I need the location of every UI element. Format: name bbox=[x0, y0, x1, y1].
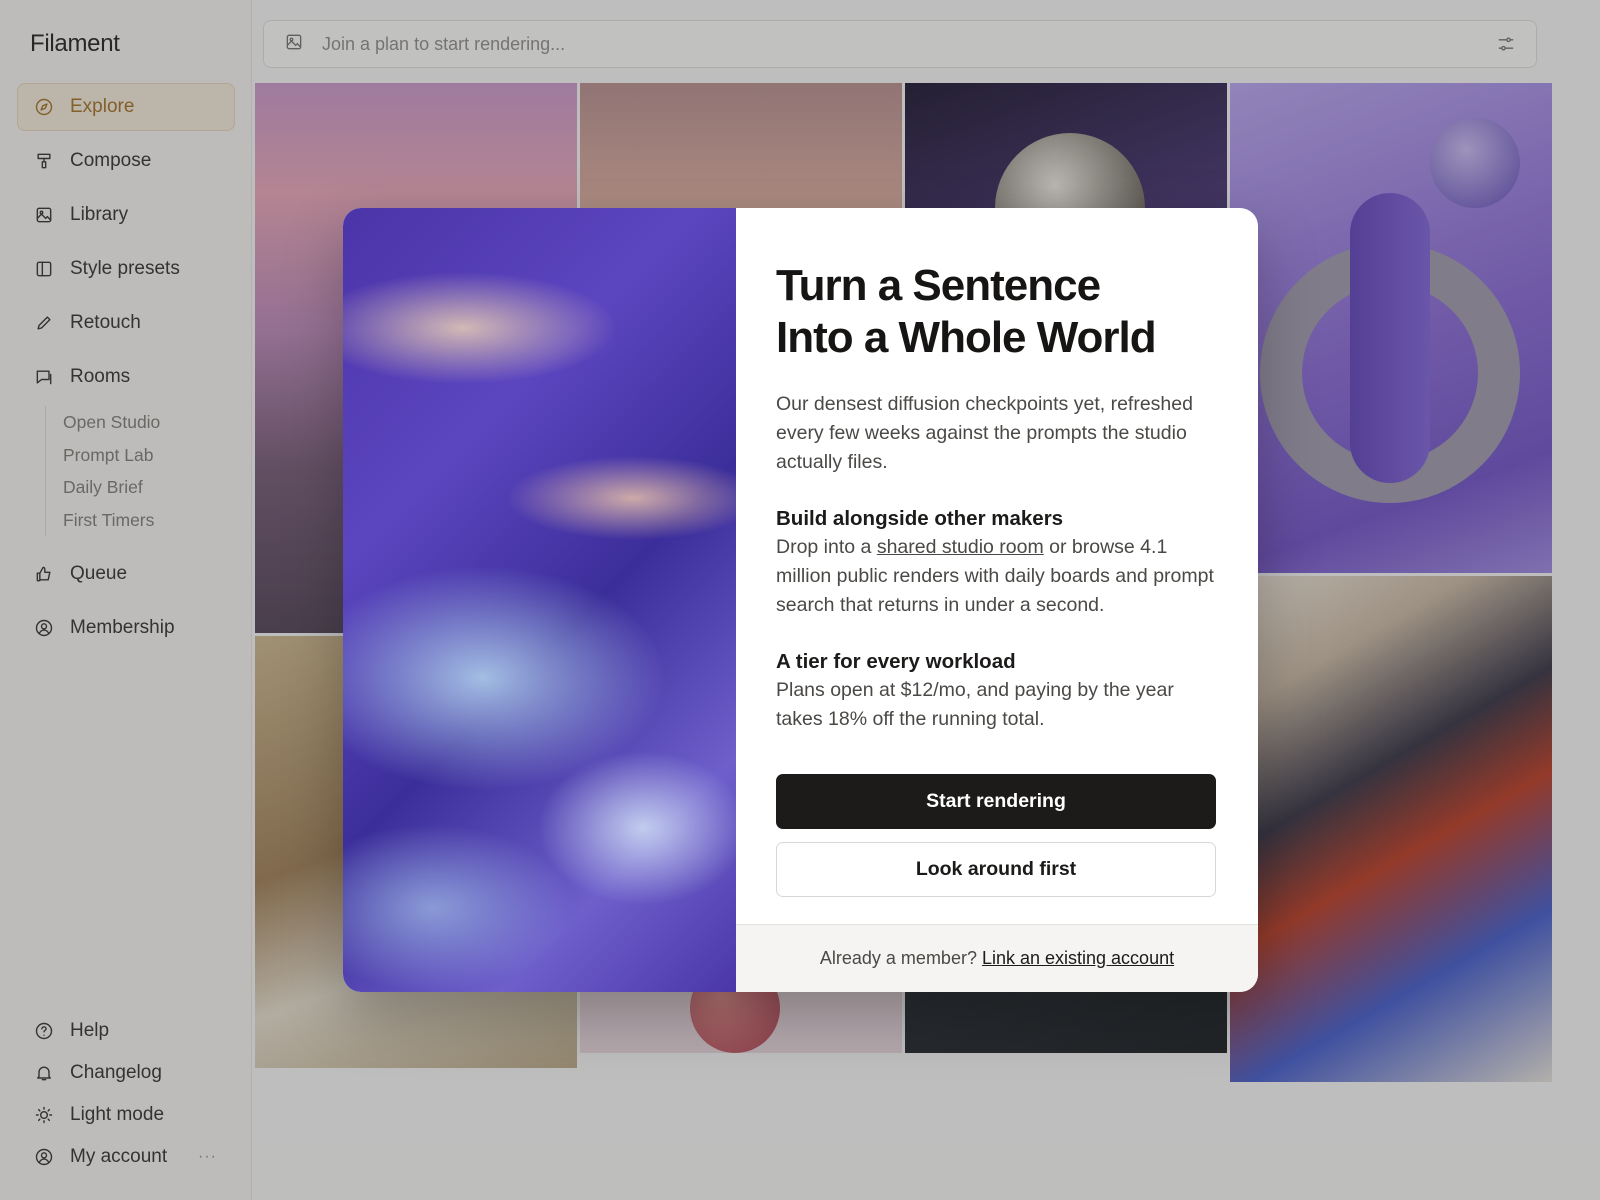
modal-intro: Our densest diffusion checkpoints yet, r… bbox=[776, 393, 1193, 473]
start-rendering-button[interactable]: Start rendering bbox=[776, 774, 1216, 829]
modal-title-line-2: Into a Whole World bbox=[776, 313, 1157, 362]
section-heading-makers: Build alongside other makers bbox=[776, 507, 1064, 530]
shared-studio-room-link[interactable]: shared studio room bbox=[877, 536, 1044, 558]
section-text: Drop into a bbox=[776, 536, 877, 558]
modal-title-line-1: Turn a Sentence bbox=[776, 261, 1101, 310]
modal-hero-image bbox=[343, 208, 736, 992]
link-existing-account-link[interactable]: Link an existing account bbox=[982, 948, 1174, 969]
footer-text: Already a member? bbox=[819, 948, 977, 968]
section-body-tiers: Plans open at $12/mo, and paying by the … bbox=[776, 679, 1174, 730]
modal-footer: Already a member? Link an existing accou… bbox=[736, 924, 1258, 992]
section-heading-tiers: A tier for every workload bbox=[776, 650, 1016, 673]
modal-title: Turn a Sentence Into a Whole World bbox=[776, 260, 1216, 364]
signup-modal: Turn a Sentence Into a Whole World Our d… bbox=[343, 208, 1258, 992]
section-body-makers: Drop into a shared studio room or browse… bbox=[776, 533, 1216, 620]
look-around-button[interactable]: Look around first bbox=[776, 842, 1216, 897]
modal-content: Turn a Sentence Into a Whole World Our d… bbox=[776, 260, 1216, 897]
